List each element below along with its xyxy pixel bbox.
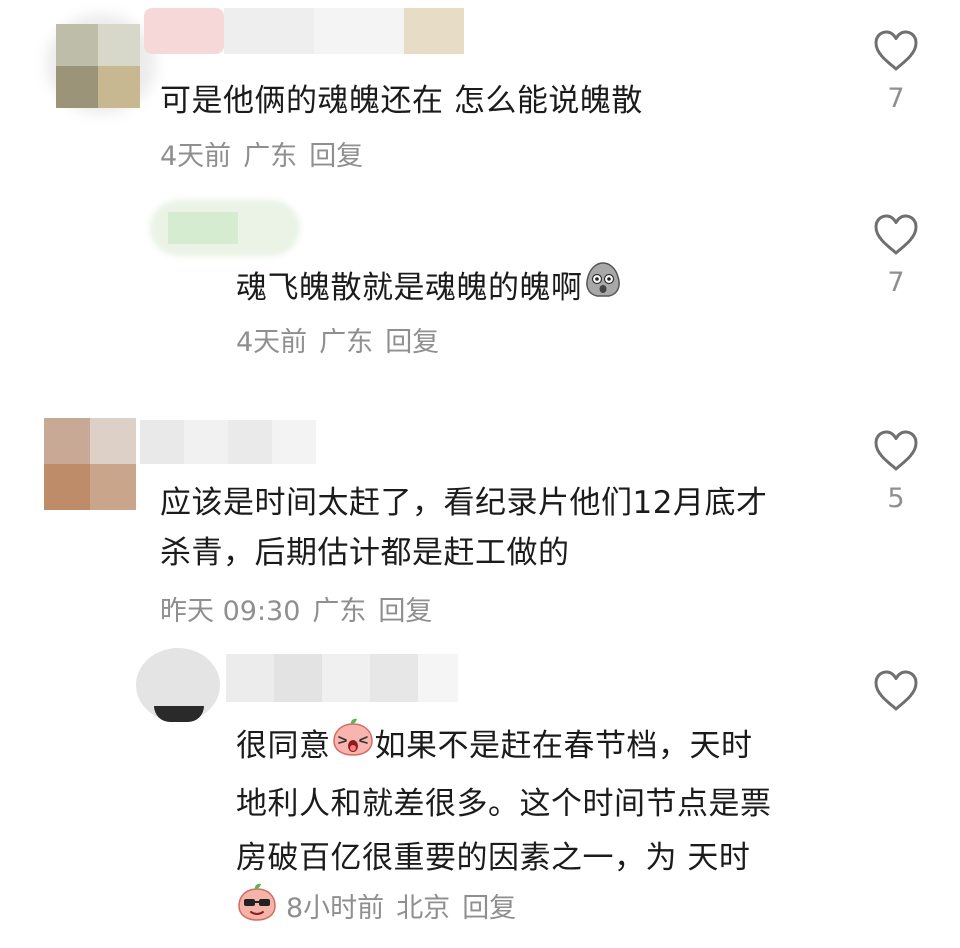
username-blurred[interactable] <box>150 200 310 260</box>
reply-button[interactable]: 回复 <box>309 141 363 172</box>
reply-button[interactable]: 回复 <box>462 893 516 924</box>
comment-location: 广东 <box>312 596 367 627</box>
comment-text-content: 魂飞魄散就是魂魄的魄啊 <box>236 270 583 306</box>
comment-text-line: 地利人和就差很多。这个时间节点是票 <box>236 786 772 822</box>
comment-text-line: 杀青，后期估计都是赶工做的 <box>160 535 570 571</box>
like-count: 7 <box>887 83 905 114</box>
username-blurred[interactable] <box>140 8 470 60</box>
comment-text: 魂飞魄散就是魂魄的魄啊 <box>236 262 623 317</box>
comment-time: 8小时前 <box>286 892 385 924</box>
comment-meta: 4天前 广东 回复 <box>236 325 451 361</box>
heart-icon <box>874 214 918 255</box>
comment-meta: 昨天 09:30 广东 回复 <box>160 594 444 630</box>
reply-button[interactable]: 回复 <box>385 327 439 358</box>
ghost-emoji <box>583 259 623 314</box>
heart-icon <box>874 30 918 71</box>
comment-meta: 4天前 广东 回复 <box>160 139 375 175</box>
username-blurred[interactable] <box>140 420 330 466</box>
like-button[interactable] <box>866 670 926 712</box>
like-button[interactable]: 7 <box>866 214 926 300</box>
comment-text-content: 如果不是赶在春节档，天时 <box>374 728 753 764</box>
like-button[interactable]: 5 <box>866 430 926 516</box>
comment-time: 4天前 <box>236 327 308 358</box>
like-count: 7 <box>887 267 905 298</box>
heart-icon <box>874 670 918 711</box>
avatar[interactable] <box>10 14 160 130</box>
username-blurred[interactable] <box>226 654 466 706</box>
comment-location: 广东 <box>319 327 374 358</box>
comment-time: 4天前 <box>160 141 232 172</box>
comment-text-line: 很同意 如果不是赶在春节档，天时 <box>236 717 772 775</box>
comment-location: 北京 <box>396 892 451 924</box>
comment-text: 很同意 如果不是赶在春节档，天时 地利人和就差很多。这个时间节点是票 房破百亿很… <box>236 717 772 883</box>
peach-shocked-emoji <box>331 717 375 772</box>
peach-sunglasses-sticker <box>236 882 278 932</box>
heart-icon <box>874 430 918 471</box>
comment-time: 昨天 09:30 <box>160 596 301 627</box>
like-button[interactable]: 7 <box>866 30 926 116</box>
comment-text-content: 很同意 <box>236 728 331 764</box>
comment-text: 可是他俩的魂魄还在 怎么能说魄散 <box>160 83 643 119</box>
comment-text-line: 房破百亿很重要的因素之一，为 天时 <box>236 840 751 876</box>
like-count: 5 <box>887 483 905 514</box>
comment-meta: 8小时前 北京 回复 <box>236 882 528 934</box>
comment-text: 应该是时间太赶了，看纪录片他们12月底才 杀青，后期估计都是赶工做的 <box>160 478 767 578</box>
avatar[interactable] <box>136 648 226 726</box>
comment-text-line: 应该是时间太赶了，看纪录片他们12月底才 <box>160 485 768 521</box>
comment-location: 广东 <box>243 141 298 172</box>
avatar[interactable] <box>44 418 140 514</box>
reply-button[interactable]: 回复 <box>378 596 432 627</box>
